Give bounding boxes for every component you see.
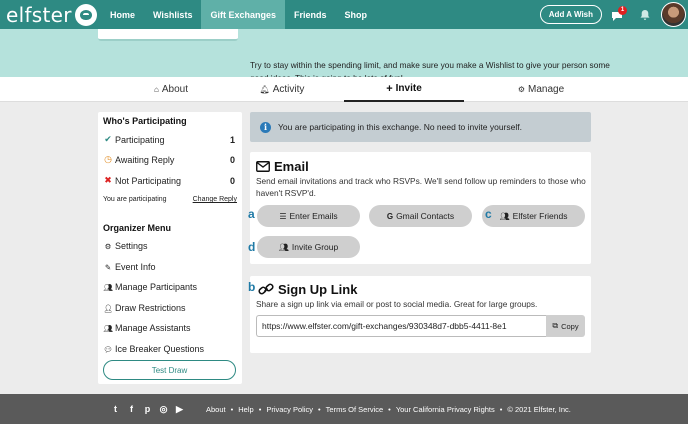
not-participating-row[interactable]: ✖ Not Participating 0 xyxy=(103,175,237,186)
gmail-contacts-button[interactable]: G Gmail Contacts xyxy=(369,205,472,227)
invite-group-button[interactable]: 👥︎ Invite Group xyxy=(257,236,360,258)
menu-manage-assistants[interactable]: 👥︎ Manage Assistants xyxy=(103,323,190,333)
site-footer: t f p ◎ ▶ About • Help • Privacy Policy • T… xyxy=(0,394,688,424)
instagram-icon[interactable]: ◎ xyxy=(159,404,168,415)
users-icon: 👥︎ xyxy=(499,211,510,221)
link-icon xyxy=(258,283,274,295)
menu-ice-breaker-questions[interactable]: 💬︎ Ice Breaker Questions xyxy=(103,344,204,354)
users-icon: 👥︎ xyxy=(103,282,113,292)
footer-privacy-link[interactable]: Privacy Policy xyxy=(266,405,313,414)
footer-help-link[interactable]: Help xyxy=(238,405,253,414)
user-avatar[interactable] xyxy=(661,2,686,27)
awaiting-reply-row[interactable]: ◷ Awaiting Reply 0 xyxy=(103,154,237,165)
nav-shop[interactable]: Shop xyxy=(336,0,377,29)
annotation-marker-d: d xyxy=(248,240,256,254)
footer-links: About • Help • Privacy Policy • Terms Of Se… xyxy=(206,404,571,414)
signup-link-title: Sign Up Link xyxy=(256,282,357,297)
menu-draw-restrictions[interactable]: 👤︎ Draw Restrictions xyxy=(103,303,185,313)
youtube-icon[interactable]: ▶ xyxy=(175,404,184,415)
hero-card xyxy=(98,29,238,41)
annotation-marker-b: b xyxy=(248,280,256,294)
footer-terms-link[interactable]: Terms Of Service xyxy=(326,405,384,414)
footer-ca-privacy-link[interactable]: Your California Privacy Rights xyxy=(396,405,495,414)
elfster-logo[interactable]: elfster xyxy=(0,0,101,29)
signup-link-description: Share a sign up link via email or post t… xyxy=(256,299,538,309)
bell-icon: 🔔︎ xyxy=(259,85,270,94)
email-invite-card: Email Send email invitations and track w… xyxy=(248,152,591,264)
envelope-icon xyxy=(256,161,270,172)
elf-logo-icon xyxy=(74,3,97,26)
info-notice: i You are participating in this exchange… xyxy=(250,112,591,142)
tab-manage[interactable]: ⚙ Manage xyxy=(476,77,606,102)
check-icon: ✔ xyxy=(104,134,112,144)
nav-wishlists[interactable]: Wishlists xyxy=(144,0,201,29)
sidebar-panel: Who's Participating ✔ Participating 1 ◷ … xyxy=(98,112,242,384)
tab-activity[interactable]: 🔔︎ Activity xyxy=(212,77,352,102)
top-navbar: elfster Home Wishlists Gift Exchanges Fr… xyxy=(0,0,688,29)
facebook-icon[interactable]: f xyxy=(127,404,136,414)
signup-url-field[interactable]: https://www.elfster.com/gift-exchanges/9… xyxy=(256,315,546,337)
bell-icon[interactable] xyxy=(639,9,651,21)
social-links: t f p ◎ ▶ xyxy=(111,394,191,424)
comment-icon: 💬︎ xyxy=(103,344,113,354)
elfster-friends-button[interactable]: 👥︎ Elfster Friends xyxy=(482,205,585,227)
menu-event-info[interactable]: ✎ Event Info xyxy=(103,262,156,272)
menu-manage-participants[interactable]: 👥︎ Manage Participants xyxy=(103,282,197,292)
copy-icon: ⧉ xyxy=(552,321,559,330)
participation-status: You are participating Change Reply xyxy=(103,196,237,203)
google-icon: G xyxy=(386,211,394,221)
participation-status-text: You are participating xyxy=(103,196,167,203)
user-block-icon: 👤︎ xyxy=(103,303,113,313)
notice-text: You are participating in this exchange. … xyxy=(278,122,522,132)
clock-icon: ◷ xyxy=(104,154,112,164)
exchange-hero: Try to stay within the spending limit, a… xyxy=(0,29,688,83)
change-reply-link[interactable]: Change Reply xyxy=(193,196,237,203)
nav-friends[interactable]: Friends xyxy=(285,0,336,29)
email-description: Send email invitations and track who RSV… xyxy=(256,176,586,198)
plus-icon: + xyxy=(386,82,393,95)
organizer-menu-title: Organizer Menu xyxy=(103,223,172,233)
notification-badge: 1 xyxy=(618,5,627,15)
pencil-icon: ✎ xyxy=(104,262,112,272)
nav-home[interactable]: Home xyxy=(101,0,144,29)
participating-count: 1 xyxy=(229,134,235,145)
home-icon: ⌂ xyxy=(154,85,159,94)
info-icon: i xyxy=(260,121,271,133)
copy-link-button[interactable]: ⧉ Copy xyxy=(546,315,585,337)
logo-text: elfster xyxy=(6,2,72,27)
exchange-tabs: ⌂ About 🔔︎ Activity + Invite ⚙ Manage xyxy=(0,77,688,102)
users-icon: 👥︎ xyxy=(278,242,289,252)
participating-row[interactable]: ✔ Participating 1 xyxy=(103,134,237,145)
enter-emails-button[interactable]: ☰ Enter Emails xyxy=(257,205,360,227)
signup-link-card: b Sign Up Link Share a sign up link via … xyxy=(248,276,591,353)
list-icon: ☰ xyxy=(279,211,287,221)
menu-settings[interactable]: ⚙ Settings xyxy=(103,241,148,251)
footer-copyright: © 2021 Elfster, Inc. xyxy=(507,404,571,414)
email-title: Email xyxy=(256,159,309,174)
nav-gift-exchanges[interactable]: Gift Exchanges xyxy=(201,0,285,29)
awaiting-count: 0 xyxy=(229,154,235,165)
footer-about-link[interactable]: About xyxy=(206,405,226,414)
chat-icon[interactable]: 1 xyxy=(611,5,629,22)
users-icon: 👥︎ xyxy=(103,323,113,333)
tab-invite[interactable]: + Invite xyxy=(344,77,464,102)
not-participating-count: 0 xyxy=(229,175,235,186)
gear-icon: ⚙ xyxy=(104,241,112,251)
whos-participating-title: Who's Participating xyxy=(103,116,187,126)
annotation-marker-a: a xyxy=(248,207,255,221)
twitter-icon[interactable]: t xyxy=(111,404,120,414)
annotation-marker-c: c xyxy=(485,207,492,221)
test-draw-button[interactable]: Test Draw xyxy=(103,360,236,380)
x-icon: ✖ xyxy=(104,175,112,185)
pinterest-icon[interactable]: p xyxy=(143,404,152,414)
add-a-wish-button[interactable]: Add A Wish xyxy=(539,5,602,24)
gear-icon: ⚙ xyxy=(517,85,526,94)
